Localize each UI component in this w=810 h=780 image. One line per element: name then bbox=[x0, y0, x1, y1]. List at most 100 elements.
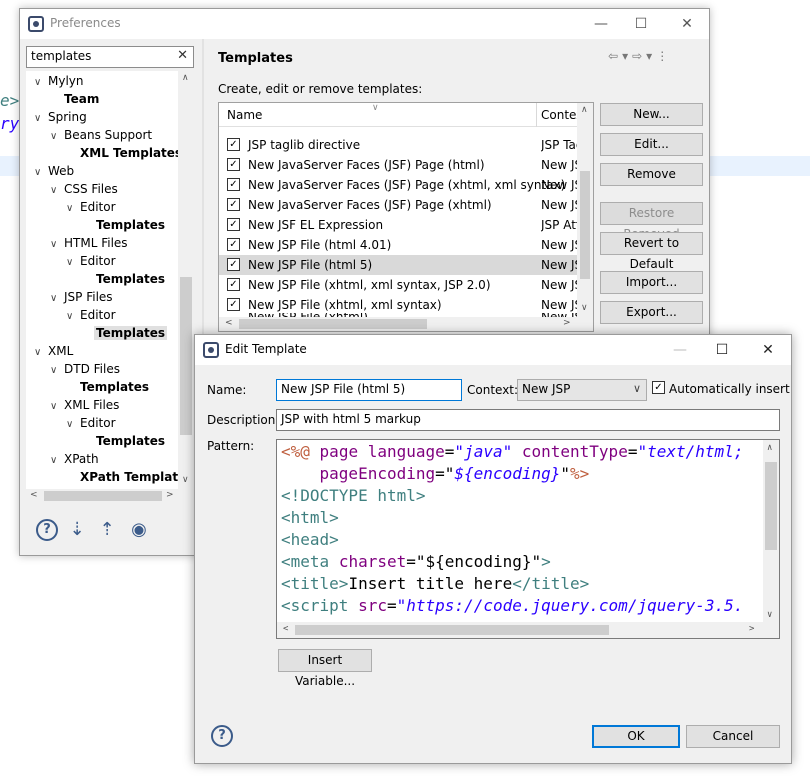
export-button[interactable]: Export... bbox=[600, 301, 703, 324]
row-checkbox[interactable]: ✓ bbox=[227, 238, 240, 251]
scroll-left-icon[interactable]: < bbox=[283, 624, 288, 634]
back-arrow-icon[interactable]: ⇦ bbox=[608, 49, 622, 63]
remove-button[interactable]: Remove bbox=[600, 163, 703, 186]
scroll-left-icon[interactable]: < bbox=[225, 318, 233, 328]
column-separator[interactable] bbox=[536, 103, 537, 127]
table-vertical-scrollbar[interactable]: ∧ ∨ bbox=[577, 103, 593, 317]
auto-insert-label[interactable]: Automatically insert bbox=[669, 382, 790, 396]
tree-item-html-editor[interactable]: ∨ Editor bbox=[66, 252, 116, 270]
row-checkbox[interactable]: ✓ bbox=[227, 258, 240, 271]
chevron-down-icon[interactable]: ▾ bbox=[622, 49, 632, 63]
pattern-horizontal-scrollbar[interactable]: < > bbox=[277, 622, 779, 638]
table-row[interactable]: ✓ New JavaServer Faces (JSF) Page (xhtml)… bbox=[219, 195, 579, 215]
close-button[interactable]: ✕ bbox=[672, 13, 702, 35]
tree-item-xml-editor[interactable]: ∨ Editor bbox=[66, 414, 116, 432]
expand-arrow-icon[interactable]: ∨ bbox=[50, 452, 64, 470]
scroll-right-icon[interactable]: > bbox=[749, 624, 754, 634]
scroll-up-icon[interactable]: ∧ bbox=[581, 105, 588, 115]
scroll-down-icon[interactable]: ∨ bbox=[182, 475, 189, 485]
record-icon[interactable]: ◉ bbox=[128, 519, 150, 541]
tree-item-xml-templates-2[interactable]: Templates bbox=[96, 432, 165, 450]
row-checkbox[interactable]: ✓ bbox=[227, 138, 240, 151]
tree-vertical-scroll-thumb[interactable] bbox=[180, 277, 192, 435]
expand-arrow-icon[interactable]: ∨ bbox=[66, 416, 80, 434]
row-checkbox[interactable]: ✓ bbox=[227, 298, 240, 311]
tree-item-dtd-files[interactable]: ∨ DTD Files bbox=[50, 360, 120, 378]
expand-arrow-icon[interactable]: ∨ bbox=[66, 308, 80, 326]
tree-item-xml-files[interactable]: ∨ XML Files bbox=[50, 396, 119, 414]
tree-horizontal-scroll-thumb[interactable] bbox=[44, 491, 162, 501]
expand-arrow-icon[interactable]: ∨ bbox=[50, 290, 64, 308]
minimize-button[interactable]: — bbox=[665, 339, 695, 361]
tree-item-xpath-templates[interactable]: XPath Templates bbox=[80, 468, 193, 486]
tree-item-css-editor[interactable]: ∨ Editor bbox=[66, 198, 116, 216]
scroll-down-icon[interactable]: ∨ bbox=[581, 303, 588, 313]
tree-item-jsp-files[interactable]: ∨ JSP Files bbox=[50, 288, 113, 306]
chevron-down-icon[interactable]: ▾ bbox=[646, 49, 656, 63]
expand-arrow-icon[interactable]: ∨ bbox=[50, 398, 64, 416]
edit-button[interactable]: Edit... bbox=[600, 133, 703, 156]
pattern-editor[interactable]: <%@ page language="java" contentType="te… bbox=[276, 439, 780, 639]
close-button[interactable]: ✕ bbox=[753, 339, 783, 361]
context-select[interactable]: New JSP ∨ bbox=[517, 379, 647, 401]
expand-arrow-icon[interactable]: ∨ bbox=[34, 74, 48, 92]
table-row[interactable]: ✓New JSP File (html 4.01)New JSP bbox=[219, 235, 579, 255]
ok-button[interactable]: OK bbox=[592, 725, 680, 748]
new-button[interactable]: New... bbox=[600, 103, 703, 126]
description-input[interactable]: JSP with html 5 markup bbox=[276, 409, 780, 431]
import-button[interactable]: Import... bbox=[600, 271, 703, 294]
scroll-down-icon[interactable]: ∨ bbox=[767, 610, 772, 620]
table-row[interactable]: ✓JSP taglib directiveJSP Tag bbox=[219, 135, 579, 155]
table-row-selected[interactable]: ✓New JSP File (html 5)New JSP bbox=[219, 255, 579, 275]
pattern-vertical-scroll-thumb[interactable] bbox=[765, 462, 777, 550]
row-checkbox[interactable]: ✓ bbox=[227, 178, 240, 191]
cancel-button[interactable]: Cancel bbox=[686, 725, 780, 748]
table-row[interactable]: ✓ New JavaServer Faces (JSF) Page (xhtml,… bbox=[219, 175, 579, 195]
minimize-button[interactable]: — bbox=[586, 13, 616, 35]
table-row[interactable]: ✓New JSF EL ExpressionJSP Attr bbox=[219, 215, 579, 235]
table-horizontal-scroll-thumb[interactable] bbox=[239, 319, 427, 329]
tree-item-web[interactable]: ∨ Web bbox=[34, 162, 74, 180]
revert-to-default-button[interactable]: Revert to Default bbox=[600, 232, 703, 271]
expand-arrow-icon[interactable]: ∨ bbox=[34, 164, 48, 182]
table-row[interactable]: ✓ New JavaServer Faces (JSF) Page (html) N… bbox=[219, 155, 579, 175]
tree-item-spring[interactable]: ∨ Spring bbox=[34, 108, 87, 126]
tree-item-jsp-templates[interactable]: Templates bbox=[94, 324, 168, 342]
scroll-up-icon[interactable]: ∧ bbox=[767, 443, 772, 453]
tree-item-xpath[interactable]: ∨ XPath bbox=[50, 450, 99, 468]
help-icon[interactable]: ? bbox=[36, 519, 58, 541]
tree-item-html-files[interactable]: ∨ HTML Files bbox=[50, 234, 128, 252]
expand-arrow-icon[interactable]: ∨ bbox=[34, 344, 48, 362]
column-header-context[interactable]: Context bbox=[541, 108, 579, 122]
scroll-right-icon[interactable]: > bbox=[166, 490, 174, 500]
maximize-button[interactable]: ☐ bbox=[626, 13, 656, 35]
scroll-up-icon[interactable]: ∧ bbox=[182, 73, 189, 83]
row-checkbox[interactable]: ✓ bbox=[227, 278, 240, 291]
table-vertical-scroll-thumb[interactable] bbox=[580, 171, 590, 279]
table-horizontal-scrollbar[interactable]: < > bbox=[219, 317, 593, 331]
more-options-icon[interactable]: ⋮ bbox=[656, 49, 672, 63]
tree-item-html-templates[interactable]: Templates bbox=[96, 270, 165, 288]
scroll-left-icon[interactable]: < bbox=[30, 490, 38, 500]
import-icon[interactable]: ⇣ bbox=[66, 519, 88, 541]
tree-vertical-scrollbar[interactable]: ∧ ∨ bbox=[178, 71, 194, 489]
row-checkbox[interactable]: ✓ bbox=[227, 218, 240, 231]
auto-insert-checkbox[interactable]: ✓ bbox=[652, 381, 665, 394]
restore-removed-button[interactable]: Restore Removed bbox=[600, 202, 703, 241]
tree-item-css-templates[interactable]: Templates bbox=[96, 216, 165, 234]
filter-input[interactable]: templates ✕ bbox=[26, 46, 194, 68]
help-icon[interactable]: ? bbox=[211, 725, 233, 747]
expand-arrow-icon[interactable]: ∨ bbox=[66, 200, 80, 218]
clear-icon[interactable]: ✕ bbox=[177, 48, 188, 63]
tree-item-css-files[interactable]: ∨ CSS Files bbox=[50, 180, 118, 198]
column-header-name[interactable]: Name bbox=[227, 108, 262, 122]
insert-variable-button[interactable]: Insert Variable... bbox=[278, 649, 372, 688]
tree-item-dtd-templates[interactable]: Templates bbox=[80, 378, 149, 396]
row-checkbox[interactable]: ✓ bbox=[227, 198, 240, 211]
tree-item-mylyn[interactable]: ∨ Mylyn bbox=[34, 72, 84, 90]
table-row[interactable]: ✓New JSP File (xhtml, xml syntax)New JSP bbox=[219, 295, 579, 315]
tree-item-xml-templates[interactable]: XML Templates bbox=[80, 144, 182, 162]
expand-arrow-icon[interactable]: ∨ bbox=[50, 362, 64, 380]
name-input[interactable]: New JSP File (html 5) bbox=[276, 379, 462, 401]
forward-arrow-icon[interactable]: ⇨ bbox=[632, 49, 646, 63]
